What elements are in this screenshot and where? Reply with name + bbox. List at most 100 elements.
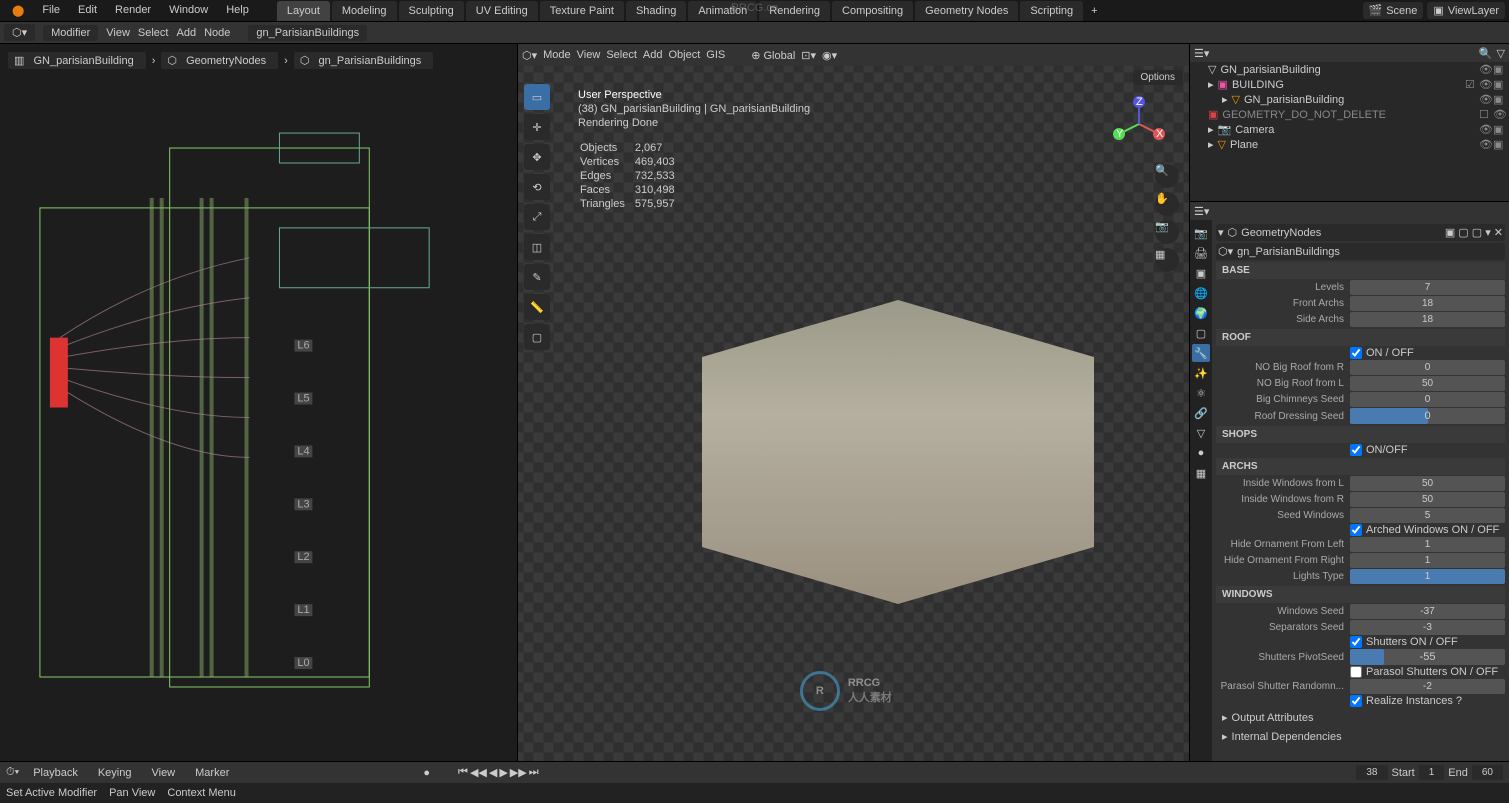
tab-geometrynodes[interactable]: Geometry Nodes — [915, 1, 1018, 21]
shops-onoff-checkbox[interactable] — [1350, 444, 1362, 456]
vp-select[interactable]: Select — [606, 49, 637, 61]
tab-compositing[interactable]: Compositing — [832, 1, 913, 21]
pan-gizmo[interactable]: ✋ — [1155, 192, 1179, 216]
viewlayer-selector[interactable]: ▣ ViewLayer — [1427, 2, 1505, 19]
outliner-item[interactable]: ▸▣BUILDING☑👁▣ — [1190, 77, 1509, 92]
menu-edit[interactable]: Edit — [70, 1, 105, 20]
output-attributes-section[interactable]: ▸Output Attributes — [1216, 708, 1505, 727]
outliner-item[interactable]: ▸▽Plane👁▣ — [1190, 137, 1509, 152]
menu-help[interactable]: Help — [218, 1, 257, 20]
inside-windows-l-input[interactable]: 50 — [1350, 476, 1505, 491]
parasol-shutters-checkbox[interactable] — [1350, 666, 1362, 678]
zoom-gizmo[interactable]: 🔍 — [1155, 164, 1179, 188]
orientation-selector[interactable]: ⊕ Global — [751, 49, 795, 62]
timeline-type-icon[interactable]: ⏱▾ — [6, 766, 19, 779]
roof-dressing-seed-input[interactable]: 0 — [1350, 408, 1505, 424]
mesh-props-tab[interactable]: ▽ — [1192, 424, 1210, 442]
roof-onoff-checkbox[interactable] — [1350, 347, 1362, 359]
measure-tool[interactable]: 📏 — [524, 294, 550, 320]
world-props-tab[interactable]: 🌍 — [1192, 304, 1210, 322]
playback-menu[interactable]: Playback — [27, 765, 84, 781]
play-reverse-button[interactable]: ◀ — [489, 766, 497, 779]
no-big-roof-r-input[interactable]: 0 — [1350, 360, 1505, 375]
separators-seed-input[interactable]: -3 — [1350, 620, 1505, 635]
levels-input[interactable]: 7 — [1350, 280, 1505, 295]
nodegroup-name-field[interactable]: gn_ParisianBuildings — [1237, 246, 1340, 258]
shutters-onoff-checkbox[interactable] — [1350, 636, 1362, 648]
object-props-tab[interactable]: ▢ — [1192, 324, 1210, 342]
jump-start-button[interactable]: ⏮ — [458, 766, 468, 779]
outliner-filter-icon[interactable]: 🔍 — [1479, 47, 1493, 60]
menu-window[interactable]: Window — [161, 1, 216, 20]
prev-keyframe-button[interactable]: ◀◀ — [470, 766, 487, 779]
tab-modeling[interactable]: Modeling — [332, 1, 397, 21]
render-props-tab[interactable]: 📷 — [1192, 224, 1210, 242]
snap-selector[interactable]: ⊡▾ — [801, 49, 816, 62]
inside-windows-r-input[interactable]: 50 — [1350, 492, 1505, 507]
nh-view[interactable]: View — [106, 27, 130, 39]
breadcrumb-item[interactable]: ⬡ GeometryNodes — [161, 52, 278, 69]
nh-node[interactable]: Node — [204, 27, 230, 39]
viewport-options[interactable]: Options — [1133, 70, 1183, 85]
parasol-randomness-input[interactable]: -2 — [1350, 679, 1505, 694]
transform-tool[interactable]: ◫ — [524, 234, 550, 260]
vp-view[interactable]: View — [577, 49, 601, 61]
properties-panel[interactable]: ▾⬡ GeometryNodes ▣ ▢ ▢ ▾ ✕ ⬡▾ gn_Parisia… — [1212, 220, 1509, 761]
blender-icon[interactable]: ⬤ — [4, 1, 32, 20]
navigation-gizmo[interactable]: X Y Z — [1109, 94, 1169, 154]
autokey-toggle[interactable]: ● — [423, 767, 430, 779]
node-canvas[interactable]: L6 L5 L4 L3 L2 L1 L0 — [0, 74, 517, 761]
editor-type-selector[interactable]: ⬡▾ — [522, 49, 537, 62]
texture-props-tab[interactable]: ▦ — [1192, 464, 1210, 482]
current-frame-input[interactable]: 38 — [1356, 765, 1387, 780]
particle-props-tab[interactable]: ✨ — [1192, 364, 1210, 382]
viewlayer-props-tab[interactable]: ▣ — [1192, 264, 1210, 282]
editor-type-selector[interactable]: ⬡▾ — [4, 24, 35, 41]
timeline-view-menu[interactable]: View — [145, 765, 181, 781]
tab-shading[interactable]: Shading — [626, 1, 686, 21]
windows-seed-input[interactable]: -37 — [1350, 604, 1505, 619]
marker-menu[interactable]: Marker — [189, 765, 235, 781]
breadcrumb-item[interactable]: ▥ GN_parisianBuilding — [8, 52, 146, 69]
nh-select[interactable]: Select — [138, 27, 169, 39]
lights-type-input[interactable]: 1 — [1350, 569, 1505, 584]
select-box-tool[interactable]: ▭ — [524, 84, 550, 110]
constraint-props-tab[interactable]: 🔗 — [1192, 404, 1210, 422]
big-chimneys-seed-input[interactable]: 0 — [1350, 392, 1505, 407]
modifier-dropdown[interactable]: Modifier — [43, 25, 98, 41]
tab-scripting[interactable]: Scripting — [1020, 1, 1083, 21]
outliner[interactable]: ▽GN_parisianBuilding👁▣ ▸▣BUILDING☑👁▣ ▸▽G… — [1190, 62, 1509, 202]
geometry-node-editor[interactable]: ▥ GN_parisianBuilding › ⬡ GeometryNodes … — [0, 44, 518, 761]
outliner-filter-toggle[interactable]: ▽ — [1497, 47, 1505, 60]
keying-menu[interactable]: Keying — [92, 765, 138, 781]
vp-add[interactable]: Add — [643, 49, 663, 61]
tab-layout[interactable]: Layout — [277, 1, 330, 21]
physics-props-tab[interactable]: ⚛ — [1192, 384, 1210, 402]
add-workspace-button[interactable]: + — [1085, 1, 1103, 21]
addcube-tool[interactable]: ▢ — [524, 324, 550, 350]
internal-dependencies-section[interactable]: ▸Internal Dependencies — [1216, 727, 1505, 746]
proportional-edit[interactable]: ◉▾ — [822, 49, 837, 62]
realize-instances-checkbox[interactable] — [1350, 695, 1362, 707]
end-frame-input[interactable]: 60 — [1472, 765, 1503, 780]
modifier-props-tab[interactable]: 🔧 — [1192, 344, 1210, 362]
rotate-tool[interactable]: ⟲ — [524, 174, 550, 200]
jump-end-button[interactable]: ⏭ — [529, 766, 539, 779]
arched-windows-checkbox[interactable] — [1350, 524, 1362, 536]
output-props-tab[interactable]: 🖨 — [1192, 244, 1210, 262]
outliner-type-icon[interactable]: ☰▾ — [1194, 47, 1209, 60]
outliner-item[interactable]: ▽GN_parisianBuilding👁▣ — [1190, 62, 1509, 77]
tab-uvediting[interactable]: UV Editing — [466, 1, 538, 21]
menu-file[interactable]: File — [34, 1, 68, 20]
play-button[interactable]: ▶ — [499, 766, 507, 779]
nh-add[interactable]: Add — [176, 27, 196, 39]
seed-windows-input[interactable]: 5 — [1350, 508, 1505, 523]
outliner-item[interactable]: ▣GEOMETRY_DO_NOT_DELETE☐👁 — [1190, 107, 1509, 122]
hide-ornament-right-input[interactable]: 1 — [1350, 553, 1505, 568]
outliner-item[interactable]: ▸▽GN_parisianBuilding👁▣ — [1190, 92, 1509, 107]
annotate-tool[interactable]: ✎ — [524, 264, 550, 290]
hide-ornament-left-input[interactable]: 1 — [1350, 537, 1505, 552]
next-keyframe-button[interactable]: ▶▶ — [510, 766, 527, 779]
shutters-pivotseed-input[interactable]: -55 — [1350, 649, 1505, 665]
scale-tool[interactable]: ⤢ — [524, 204, 550, 230]
